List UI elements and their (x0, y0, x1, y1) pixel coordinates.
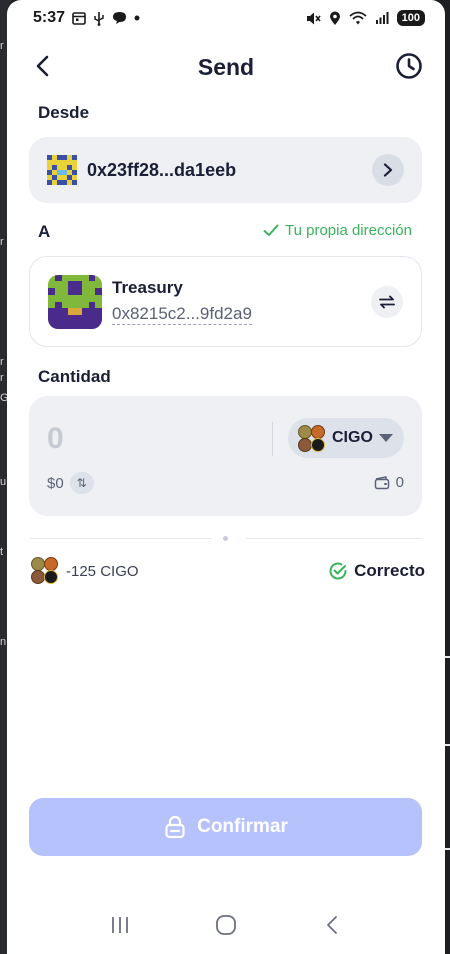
phone-screen: 5:37 100 Send Desde 0x23ff28...da1eeb A … (7, 0, 445, 954)
dot-icon (134, 15, 140, 21)
background-window-edge (445, 0, 450, 954)
separator-dot (223, 536, 228, 541)
background-glyph: r (0, 372, 4, 384)
background-glyph: t (0, 546, 4, 558)
validation-status: Correcto (328, 561, 425, 581)
from-account-selector[interactable]: 0x23ff28...da1eeb (29, 137, 422, 203)
page-title: Send (197, 53, 255, 80)
chevron-right-icon (383, 163, 393, 177)
background-glyph: r (0, 236, 4, 248)
check-circle-icon (329, 562, 347, 580)
own-address-text: Tu propia dirección (284, 222, 412, 239)
wallet-icon (374, 475, 389, 489)
back-button[interactable] (29, 52, 57, 80)
status-bar: 5:37 100 (7, 0, 445, 36)
back-nav-button[interactable] (312, 905, 352, 945)
recipient-name: Treasury (112, 278, 183, 297)
balance-row: 0 (374, 474, 404, 491)
background-tick (445, 656, 450, 658)
mute-icon (305, 11, 321, 26)
calendar-icon (72, 11, 86, 25)
location-icon (329, 11, 341, 26)
separator-right (246, 538, 422, 539)
validation-status-text: Correcto (354, 561, 425, 580)
swap-arrows-icon (379, 295, 395, 308)
currency-toggle-button[interactable]: ⇅ (69, 472, 94, 494)
transaction-summary: -125 CIGO Correcto (30, 556, 425, 586)
confirm-button[interactable]: Confirmar (29, 798, 422, 856)
background-tick (445, 848, 450, 850)
check-icon (263, 224, 279, 236)
background-glyph: r (0, 356, 4, 368)
token-selector[interactable]: CIGO (288, 418, 404, 458)
battery-indicator: 100 (396, 10, 425, 26)
token-symbol: CIGO (332, 429, 373, 446)
wifi-icon (349, 11, 367, 25)
to-label: A (38, 222, 51, 241)
usd-value-row: $0 ⇅ (47, 472, 94, 494)
recipient-address[interactable]: 0x8215c2...9fd2a9 (112, 304, 252, 325)
divider (272, 422, 273, 456)
from-next-button[interactable] (372, 154, 404, 186)
usb-icon (93, 11, 105, 26)
from-avatar (47, 155, 77, 185)
from-address: 0x23ff28...da1eeb (87, 159, 237, 180)
background-tick (445, 744, 450, 746)
recents-icon (112, 917, 128, 933)
caret-down-icon (378, 434, 393, 442)
home-icon (216, 915, 236, 935)
separator-left (30, 538, 212, 539)
amount-label: Cantidad (38, 367, 111, 386)
from-label: Desde (38, 103, 90, 122)
recents-button[interactable] (100, 905, 140, 945)
header: Send (7, 44, 445, 90)
chat-icon (112, 11, 127, 25)
background-glyph: u (0, 476, 7, 488)
own-address-note: Tu propia dirección (263, 222, 412, 239)
balance-value: 0 (395, 474, 404, 491)
home-button[interactable] (206, 905, 246, 945)
clock-icon (396, 53, 422, 79)
summary-amount: -125 CIGO (66, 562, 139, 580)
back-nav-icon (327, 916, 337, 934)
status-time: 5:37 (33, 9, 66, 26)
android-nav-bar (7, 900, 445, 950)
usd-value: $0 (47, 474, 64, 492)
swap-recipient-button[interactable] (371, 285, 403, 318)
recipient-card: Treasury 0x8215c2...9fd2a9 (29, 256, 422, 347)
signal-icon (375, 11, 389, 25)
recipient-avatar (48, 274, 102, 329)
background-glyph: n (0, 636, 7, 648)
confirm-label: Confirmar (197, 816, 288, 837)
cigo-token-icon (30, 556, 60, 586)
lock-icon (165, 815, 185, 839)
cigo-token-icon (296, 423, 326, 453)
chevron-left-icon (36, 55, 49, 77)
amount-card: CIGO $0 ⇅ 0 (29, 396, 422, 516)
amount-input[interactable] (47, 416, 257, 462)
recipient-info: Treasury 0x8215c2...9fd2a9 (112, 278, 252, 325)
background-glyph: r (0, 40, 4, 52)
history-button[interactable] (395, 52, 425, 82)
